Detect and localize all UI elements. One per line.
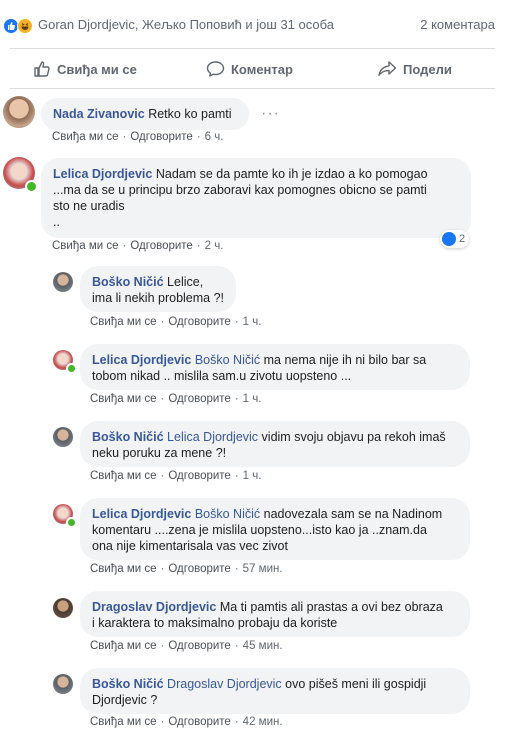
comment-author[interactable]: Boško Ničić: [92, 430, 164, 444]
comment-count[interactable]: 2 коментара: [420, 17, 495, 32]
like-link[interactable]: Свиђа ми се: [52, 131, 119, 143]
comment-meta: Свиђа ми се · Одговорите · 42 мин.: [90, 716, 283, 728]
reply-link[interactable]: Одговорите: [168, 716, 230, 728]
reply-link[interactable]: Одговорите: [168, 563, 230, 575]
comment-author[interactable]: Nada Zivanovic: [53, 107, 145, 121]
comment-meta: Свиђа ми се · Одговорите · 6 ч.: [52, 131, 224, 143]
comment-text: Retko ko pamti: [148, 107, 232, 121]
comment-meta: Свиђа ми се · Одговорите · 2 ч.: [52, 240, 224, 252]
comment-text: vidim svoju objavu pa rekoh imaš: [261, 430, 446, 444]
comment-time[interactable]: 57 мин.: [243, 563, 283, 575]
comment-like-badge[interactable]: 2: [440, 230, 470, 248]
comment-text: Lelice,: [167, 275, 204, 289]
comment-text: Ma ti pamtis ali prastas a ovi bez obraz…: [219, 600, 443, 614]
comment-author[interactable]: Lelica Djordjevic: [92, 353, 191, 367]
comment-text: Djordjevic ?: [92, 693, 158, 707]
comment-bubble: Lelica Djordjevic Boško Ničić ma nema ni…: [80, 344, 470, 390]
comment-author[interactable]: Boško Ničić: [92, 275, 164, 289]
comment-text: ona nije kimentarisala vas vec zivot: [92, 539, 288, 553]
comment-bubble: Boško Ničić Lelice, ima li nekih problem…: [80, 266, 236, 312]
reaction-names[interactable]: Goran Djordjevic, Жељко Поповић и још 31…: [38, 17, 334, 32]
avatar[interactable]: [53, 427, 73, 447]
comment-text: ima li nekih problema ?!: [92, 291, 225, 305]
like-count: 2: [459, 233, 466, 245]
comment-time[interactable]: 1 ч.: [243, 393, 262, 405]
comment-meta: Свиђа ми се · Одговорите · 57 мин.: [90, 563, 283, 575]
comment-author[interactable]: Dragoslav Djordjevic: [92, 600, 216, 614]
like-link[interactable]: Свиђа ми се: [90, 316, 157, 328]
more-options-icon[interactable]: ···: [261, 105, 280, 123]
comment-icon: [206, 61, 225, 77]
comment-text: tobom nikad .. mislila sam.u zivotu uops…: [92, 369, 352, 383]
comment-text: sto ne uradis: [53, 199, 125, 213]
comment-time[interactable]: 1 ч.: [243, 470, 262, 482]
avatar[interactable]: [3, 96, 35, 128]
thumbs-up-icon: [34, 61, 50, 77]
like-link[interactable]: Свиђа ми се: [90, 716, 157, 728]
comment-mention[interactable]: Boško Ničić: [195, 353, 260, 367]
comment-time[interactable]: 6 ч.: [205, 131, 224, 143]
comment-text: komentaru ....zena je mislila uopsteno..…: [92, 523, 427, 537]
avatar[interactable]: [53, 272, 73, 292]
online-status-icon: [66, 517, 77, 528]
online-status-icon: [66, 363, 77, 374]
reply-link[interactable]: Одговорите: [168, 393, 230, 405]
share-button[interactable]: Подели: [377, 52, 452, 86]
like-button[interactable]: Свиђа ми се: [33, 52, 137, 86]
comment-bubble: Boško Ničić Lelica Djordjevic vidim svoj…: [80, 421, 470, 467]
comment-meta: Свиђа ми се · Одговорите · 1 ч.: [90, 316, 262, 328]
comment-text: nadovezala sam se na Nadinom: [263, 507, 443, 521]
like-link[interactable]: Свиђа ми се: [52, 240, 119, 252]
reply-link[interactable]: Одговорите: [130, 131, 192, 143]
reply-link[interactable]: Одговорите: [168, 640, 230, 652]
like-link[interactable]: Свиђа ми се: [90, 640, 157, 652]
share-button-label: Подели: [403, 61, 452, 77]
comment-text: i karaktera to maksimalno probaju da kor…: [92, 616, 338, 630]
comment-text: ..: [53, 215, 60, 229]
comment-text: ovo pišeš meni ili gospidji: [285, 677, 427, 691]
like-link[interactable]: Свиђа ми се: [90, 563, 157, 575]
reply-link[interactable]: Одговорите: [168, 316, 230, 328]
comment-time[interactable]: 42 мин.: [243, 716, 283, 728]
comment-mention[interactable]: Dragoslav Djordjevic: [167, 677, 282, 691]
comment-author[interactable]: Lelica Djordjevic: [92, 507, 191, 521]
comment-author[interactable]: Lelica Djordjevic: [53, 167, 152, 181]
comment-meta: Свиђа ми се · Одговорите · 45 мин.: [90, 640, 283, 652]
online-status-icon: [25, 180, 38, 193]
comment-time[interactable]: 45 мин.: [243, 640, 283, 652]
comment-mention[interactable]: Lelica Djordjevic: [167, 430, 258, 444]
comment-button[interactable]: Коментар: [206, 52, 293, 86]
comment-bubble: Lelica Djordjevic Boško Ničić nadovezala…: [80, 498, 470, 560]
divider: [10, 88, 495, 89]
comment-meta: Свиђа ми се · Одговорите · 1 ч.: [90, 393, 262, 405]
like-button-label: Свиђа ми се: [57, 61, 137, 77]
comment-time[interactable]: 1 ч.: [243, 316, 262, 328]
comment-text: ...ma da se u principu brzo zaboravi kax…: [53, 183, 427, 197]
comment-bubble: Lelica Djordjevic Nadam se da pamte ko i…: [41, 158, 471, 238]
comment-button-label: Коментар: [231, 61, 293, 77]
divider: [10, 48, 495, 49]
share-icon: [378, 61, 397, 76]
reply-link[interactable]: Одговорите: [168, 470, 230, 482]
avatar[interactable]: [53, 674, 73, 694]
haha-icon: [17, 18, 33, 34]
comment-bubble: Dragoslav Djordjevic Ma ti pamtis ali pr…: [80, 591, 470, 637]
comment-text: Nadam se da pamte ko ih je izdao a ko po…: [155, 167, 428, 181]
comment-meta: Свиђа ми се · Одговорите · 1 ч.: [90, 470, 262, 482]
like-link[interactable]: Свиђа ми се: [90, 470, 157, 482]
comment-author[interactable]: Boško Ničić: [92, 677, 164, 691]
comment-text: neku poruku za mene ?!: [92, 446, 227, 460]
comment-text: ma nema nije ih ni bilo bar sa: [263, 353, 427, 367]
like-link[interactable]: Свиђа ми се: [90, 393, 157, 405]
comment-mention[interactable]: Boško Ničić: [195, 507, 260, 521]
reaction-icons[interactable]: [3, 18, 37, 34]
comment-bubble: Nada Zivanovic Retko ko pamti: [41, 98, 249, 130]
like-icon: [442, 232, 456, 246]
avatar[interactable]: [53, 598, 73, 618]
reply-link[interactable]: Одговорите: [130, 240, 192, 252]
comment-bubble: Boško Ničić Dragoslav Djordjevic ovo piš…: [80, 668, 470, 714]
comment-time[interactable]: 2 ч.: [205, 240, 224, 252]
